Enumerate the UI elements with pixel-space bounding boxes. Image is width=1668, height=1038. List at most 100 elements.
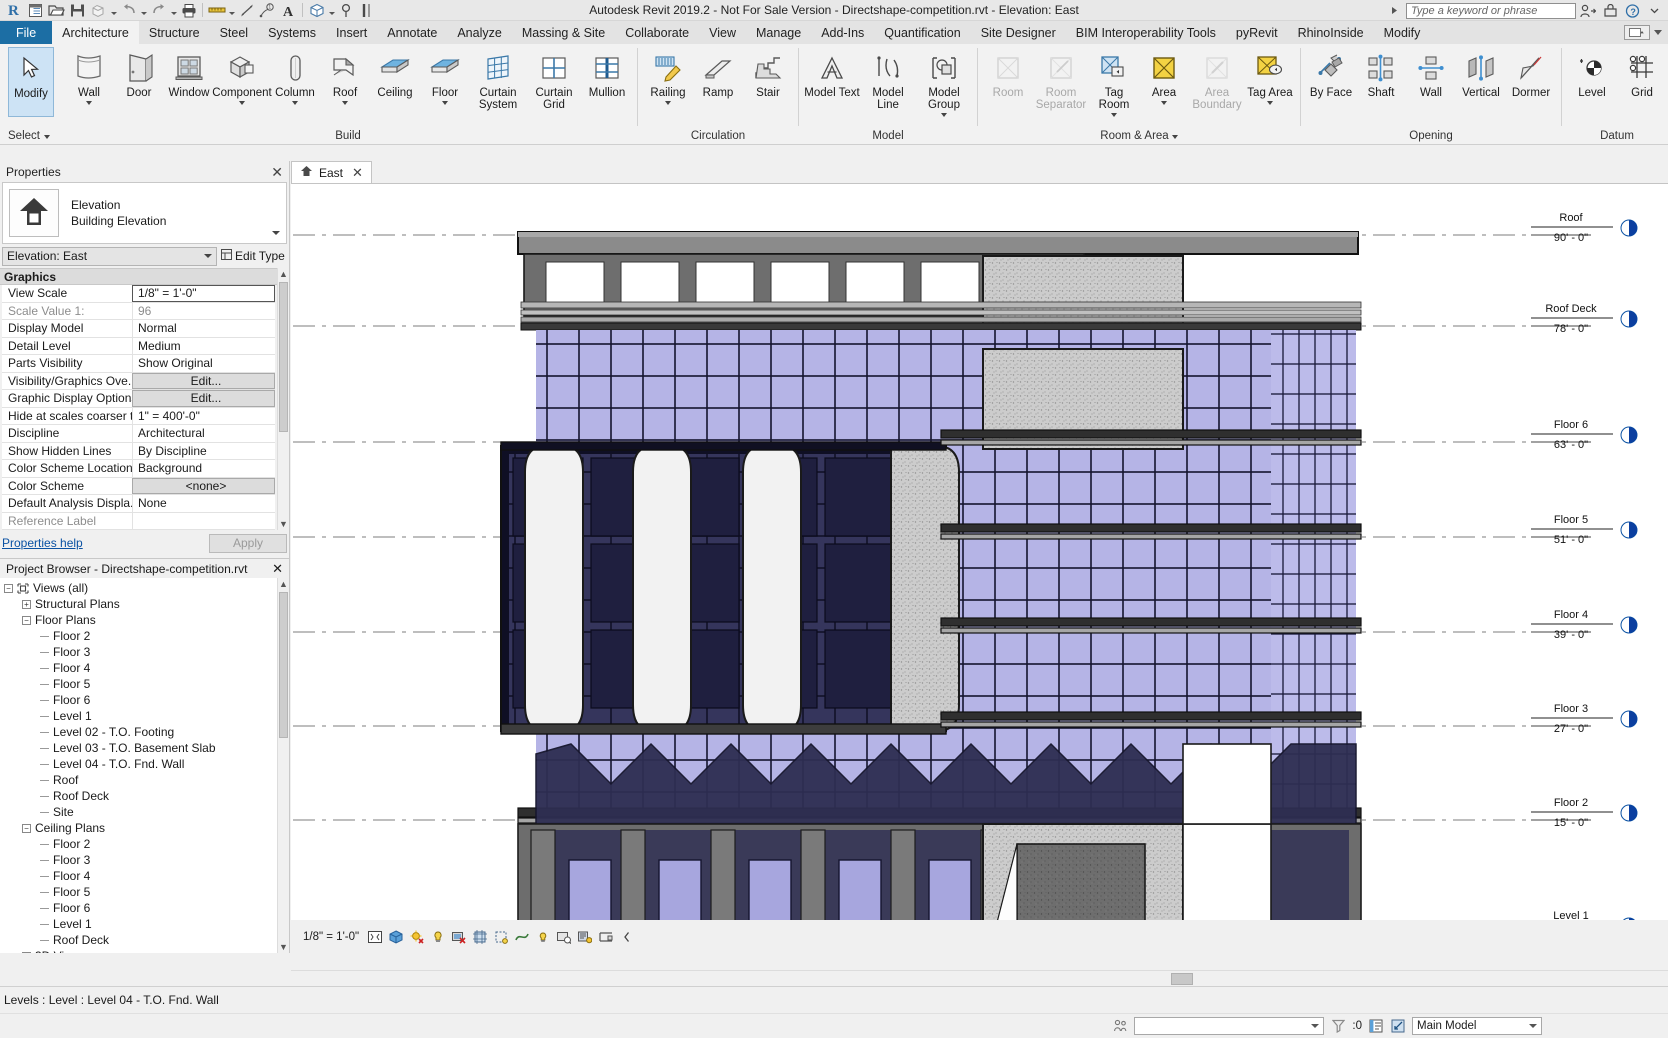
chevron-down-icon[interactable]	[1267, 101, 1273, 105]
ribbon-button-grid[interactable]: Grid	[1617, 47, 1667, 117]
collapse-icon[interactable]: −	[22, 824, 31, 833]
property-row[interactable]: Graphic Display OptionsEdit...	[2, 390, 275, 408]
ribbon-tab-collaborate[interactable]: Collaborate	[615, 21, 699, 44]
ribbon-tab-systems[interactable]: Systems	[258, 21, 326, 44]
project-browser-scrollbar[interactable]: ▲ ▼	[277, 578, 289, 953]
close-icon[interactable]: ✕	[352, 165, 363, 181]
view-scale-label[interactable]: 1/8" = 1'-0"	[291, 931, 367, 943]
property-value[interactable]: Normal	[132, 320, 275, 337]
project-browser-tree[interactable]: −Views (all)+Structural Plans−Floor Plan…	[0, 578, 277, 953]
chevron-down-icon[interactable]	[292, 101, 298, 105]
ribbon-button-component[interactable]: Component	[214, 47, 270, 117]
sun-path-icon[interactable]	[409, 929, 425, 945]
expand-icon[interactable]: +	[22, 600, 31, 609]
new-project-icon[interactable]	[25, 0, 46, 20]
chevron-down-icon[interactable]	[941, 113, 947, 117]
chevron-down-icon[interactable]	[239, 101, 245, 105]
ribbon-button-level[interactable]: Level	[1567, 47, 1617, 117]
scroll-down-icon[interactable]: ▼	[279, 518, 288, 530]
property-row[interactable]: Show Hidden LinesBy Discipline	[2, 443, 275, 461]
tree-node[interactable]: Level 03 - T.O. Basement Slab	[0, 740, 277, 756]
ribbon-button-tag-area[interactable]: Tag Area	[1245, 47, 1295, 117]
collapse-icon[interactable]: −	[4, 584, 13, 593]
property-row[interactable]: View Scale1/8" = 1'-0"	[2, 285, 275, 303]
analytical-model-icon[interactable]	[514, 929, 530, 945]
chevron-down-icon[interactable]	[1172, 135, 1178, 139]
ribbon-display-options-icon[interactable]	[1624, 25, 1650, 40]
app-store-icon[interactable]	[1600, 1, 1620, 21]
ribbon-tab-architecture[interactable]: Architecture	[52, 21, 139, 44]
ribbon-tab-manage[interactable]: Manage	[746, 21, 811, 44]
help-icon[interactable]: ?	[1622, 1, 1642, 21]
options-dropdown-icon[interactable]	[1644, 1, 1664, 21]
ribbon-button-stair[interactable]: Stair	[743, 47, 793, 117]
ribbon-tab-rhinoinside[interactable]: RhinoInside	[1288, 21, 1374, 44]
sign-in-icon[interactable]	[1578, 1, 1598, 21]
ribbon-tab-annotate[interactable]: Annotate	[377, 21, 447, 44]
save-icon[interactable]	[67, 0, 88, 20]
close-icon[interactable]: ✕	[271, 165, 283, 179]
chevron-down-icon[interactable]	[665, 101, 671, 105]
close-icon[interactable]: ✕	[272, 561, 283, 577]
tree-node[interactable]: +Structural Plans	[0, 596, 277, 612]
property-value[interactable]: Background	[132, 460, 275, 477]
workset-select[interactable]: Main Model	[1412, 1017, 1542, 1035]
property-row[interactable]: DisciplineArchitectural	[2, 425, 275, 443]
scroll-thumb[interactable]	[279, 592, 288, 738]
ribbon-button-column[interactable]: Column	[270, 47, 320, 117]
filter-icon[interactable]	[1330, 1018, 1346, 1034]
expand-icon[interactable]: +	[22, 952, 31, 954]
property-value[interactable]: Architectural	[132, 425, 275, 442]
ribbon-button-area[interactable]: Area	[1139, 47, 1189, 117]
collapse-icon[interactable]: −	[22, 616, 31, 625]
property-value[interactable]: 1/8" = 1'-0"	[132, 285, 275, 302]
properties-scrollbar[interactable]: ▲ ▼	[277, 268, 289, 530]
ribbon-button-dormer[interactable]: Dormer	[1506, 47, 1556, 117]
edit-type-button[interactable]: Edit Type	[217, 249, 287, 263]
print-icon[interactable]	[178, 0, 199, 20]
redo-dropdown-icon[interactable]	[169, 0, 178, 20]
default-3d-view-icon[interactable]	[306, 0, 327, 20]
redo-icon[interactable]	[148, 0, 169, 20]
tree-node[interactable]: −Floor Plans	[0, 612, 277, 628]
section-icon[interactable]	[336, 0, 357, 20]
tag-by-category-icon[interactable]: 1	[257, 0, 278, 20]
property-value[interactable]: Medium	[132, 338, 275, 355]
tree-node[interactable]: Floor 6	[0, 692, 277, 708]
text-icon[interactable]: A	[278, 0, 299, 20]
elevation-canvas[interactable]: Roof 90' - 0" Roof Deck 78' - 0" Floor 6…	[291, 183, 1668, 920]
tree-node[interactable]: Floor 2	[0, 628, 277, 644]
ribbon-tab-structure[interactable]: Structure	[139, 21, 210, 44]
chevron-down-icon[interactable]	[442, 101, 448, 105]
ribbon-button-model-text[interactable]: Model Text	[804, 47, 860, 117]
chevron-down-icon[interactable]	[342, 101, 348, 105]
ribbon-button-floor[interactable]: Floor	[420, 47, 470, 117]
property-row[interactable]: Scale Value 1:96	[2, 303, 275, 321]
ribbon-button-wall[interactable]: Wall	[1406, 47, 1456, 117]
property-row[interactable]: Display ModelNormal	[2, 320, 275, 338]
type-selector[interactable]: Elevation: East	[2, 247, 217, 266]
ribbon-tab-site-designer[interactable]: Site Designer	[971, 21, 1066, 44]
editable-only-icon[interactable]	[1368, 1018, 1384, 1034]
render-dialog-icon[interactable]	[451, 929, 467, 945]
tree-node[interactable]: Floor 3	[0, 852, 277, 868]
thin-lines-icon[interactable]	[357, 0, 378, 20]
ribbon-tab-file[interactable]: File	[0, 21, 52, 44]
ribbon-options-dropdown-icon[interactable]	[1654, 30, 1662, 35]
tree-node[interactable]: Floor 5	[0, 676, 277, 692]
open-icon[interactable]	[46, 0, 67, 20]
ribbon-button-door[interactable]: Door	[114, 47, 164, 117]
temporary-hide-isolate-icon[interactable]	[535, 929, 551, 945]
ribbon-button-ceiling[interactable]: Ceiling	[370, 47, 420, 117]
scroll-down-icon[interactable]: ▼	[279, 941, 288, 953]
tree-node[interactable]: Level 04 - T.O. Fnd. Wall	[0, 756, 277, 772]
tree-node[interactable]: Site	[0, 804, 277, 820]
ribbon-button-by-face[interactable]: By Face	[1306, 47, 1356, 117]
qat-dropdown-icon[interactable]	[1384, 1, 1404, 21]
ribbon-tab-quantification[interactable]: Quantification	[874, 21, 970, 44]
measure-icon[interactable]	[206, 0, 227, 20]
ribbon-tab-view[interactable]: View	[699, 21, 746, 44]
chevron-down-icon[interactable]	[86, 101, 92, 105]
select-panel-title[interactable]: Select	[4, 129, 54, 144]
detail-level-icon[interactable]	[367, 929, 383, 945]
